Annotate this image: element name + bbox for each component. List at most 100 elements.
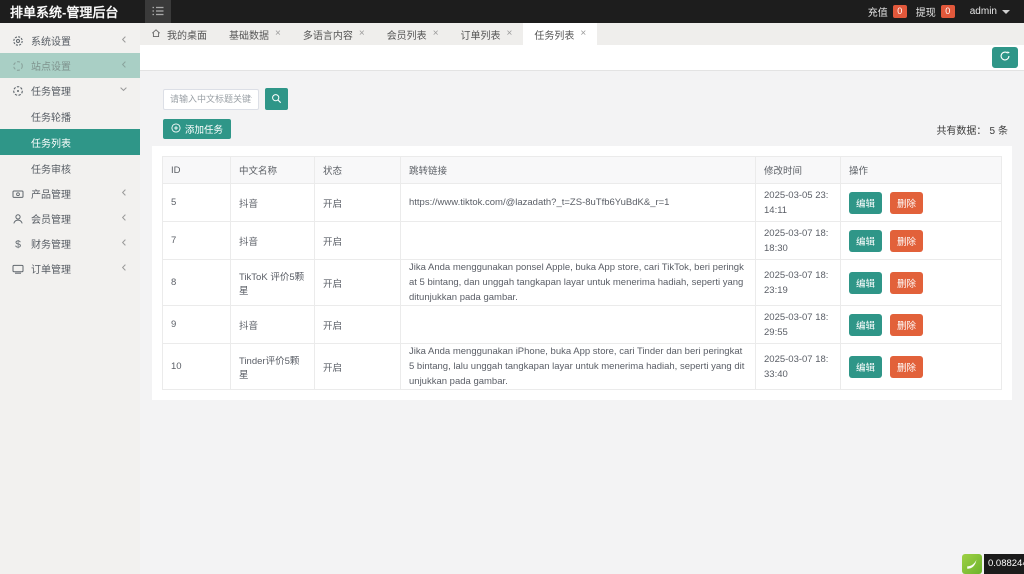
cell-status: 开启 [315, 184, 401, 222]
close-icon[interactable]: × [580, 29, 586, 39]
topbar: 排单系统-管理后台 充值 0 提现 0 [0, 0, 1024, 23]
total-label: 共有数据： [936, 126, 986, 137]
sidebar-subitem-task-list[interactable]: 任务列表 [0, 129, 140, 155]
withdraw-link[interactable]: 提现 0 [916, 4, 955, 19]
cell-time: 2025-03-07 18:18:30 [756, 222, 841, 260]
svg-text:$: $ [15, 238, 21, 249]
close-icon[interactable]: × [433, 29, 439, 39]
sidebar-item-system-settings[interactable]: 系统设置 [0, 28, 140, 53]
cell-link [401, 222, 756, 260]
tab-task-list[interactable]: 任务列表 × [523, 23, 597, 45]
finance-icon: $ [12, 238, 24, 250]
cell-id: 5 [163, 184, 231, 222]
chevron-left-icon [120, 213, 128, 225]
sidebar-subitem-task-review[interactable]: 任务审核 [0, 155, 140, 181]
sidebar-item-product-management[interactable]: 产品管理 [0, 181, 140, 206]
search-row [163, 88, 1024, 110]
recharge-badge: 0 [893, 5, 907, 18]
user-menu[interactable]: admin [970, 6, 1010, 17]
list-menu-icon [152, 4, 164, 19]
table-row: 5 抖音 开启 https://www.tiktok.com/@lazadath… [163, 184, 1002, 222]
delete-button[interactable]: 删除 [890, 272, 923, 294]
cell-name: Tinder评价5颗星 [231, 344, 315, 390]
cell-link: https://www.tiktok.com/@lazadath?_t=ZS-8… [401, 184, 756, 222]
refresh-icon [999, 50, 1011, 65]
sidebar: 系统设置 站点设置 任务管理 任务轮播 任务列表 任务审核 [0, 23, 140, 574]
table-row: 8 TikToK 评价5颗星 开启 Jika Anda menggunakan … [163, 260, 1002, 306]
withdraw-badge: 0 [941, 5, 955, 18]
tab-label: 我的桌面 [167, 27, 207, 42]
chevron-left-icon [120, 188, 128, 200]
sidebar-item-finance-management[interactable]: $ 财务管理 [0, 231, 140, 256]
tab-label: 多语言内容 [303, 27, 353, 42]
product-icon [12, 188, 24, 200]
search-button[interactable] [265, 88, 288, 110]
table-panel: ID 中文名称 状态 跳转链接 修改时间 操作 5 抖音 开启 https://… [152, 146, 1012, 400]
username: admin [970, 6, 997, 17]
cell-actions: 编辑删除 [841, 344, 1002, 390]
close-icon[interactable]: × [507, 29, 513, 39]
tab-bar: 我的桌面 基础数据 × 多语言内容 × 会员列表 × 订单列表 × 任务列表 × [140, 23, 1024, 45]
tab-multilanguage[interactable]: 多语言内容 × [292, 23, 376, 45]
tab-my-desktop[interactable]: 我的桌面 [140, 23, 218, 45]
sidebar-item-label: 任务管理 [31, 83, 119, 98]
edit-button[interactable]: 编辑 [849, 356, 882, 378]
chevron-left-icon [120, 60, 128, 72]
cell-actions: 编辑删除 [841, 306, 1002, 344]
cell-time: 2025-03-07 18:23:19 [756, 260, 841, 306]
edit-button[interactable]: 编辑 [849, 272, 882, 294]
toolbar-row: 添加任务 共有数据：5条 [163, 119, 1012, 139]
total-value: 5 [989, 126, 995, 137]
table-row: 7 抖音 开启 2025-03-07 18:18:30 编辑删除 [163, 222, 1002, 260]
plus-circle-icon [171, 123, 181, 136]
sidebar-item-task-management[interactable]: 任务管理 [0, 78, 140, 103]
edit-button[interactable]: 编辑 [849, 192, 882, 214]
tab-member-list[interactable]: 会员列表 × [376, 23, 450, 45]
cell-actions: 编辑删除 [841, 260, 1002, 306]
total-unit: 条 [998, 126, 1008, 137]
cell-id: 7 [163, 222, 231, 260]
cell-name: 抖音 [231, 306, 315, 344]
cell-link: Jika Anda menggunakan ponsel Apple, buka… [401, 260, 756, 306]
col-header-time: 修改时间 [756, 157, 841, 184]
tab-order-list[interactable]: 订单列表 × [450, 23, 524, 45]
edit-button[interactable]: 编辑 [849, 230, 882, 252]
refresh-button[interactable] [992, 47, 1018, 68]
search-input[interactable] [163, 89, 259, 110]
delete-button[interactable]: 删除 [890, 314, 923, 336]
recharge-link[interactable]: 充值 0 [868, 4, 907, 19]
tab-label: 基础数据 [229, 27, 269, 42]
table-row: 10 Tinder评价5颗星 开启 Jika Anda menggunakan … [163, 344, 1002, 390]
tab-basic-data[interactable]: 基础数据 × [218, 23, 292, 45]
cell-link: Jika Anda menggunakan iPhone, buka App s… [401, 344, 756, 390]
recharge-label: 充值 [868, 4, 888, 19]
cell-status: 开启 [315, 306, 401, 344]
sidebar-item-order-management[interactable]: 订单管理 [0, 256, 140, 281]
delete-button[interactable]: 删除 [890, 356, 923, 378]
delete-button[interactable]: 删除 [890, 192, 923, 214]
edit-button[interactable]: 编辑 [849, 314, 882, 336]
add-task-button[interactable]: 添加任务 [163, 119, 231, 139]
debug-toolbar-icon[interactable] [962, 554, 982, 574]
cell-id: 9 [163, 306, 231, 344]
chevron-down-icon [119, 85, 128, 96]
chevron-left-icon [120, 238, 128, 250]
table-row: 9 抖音 开启 2025-03-07 18:29:55 编辑删除 [163, 306, 1002, 344]
cell-actions: 编辑删除 [841, 184, 1002, 222]
col-header-actions: 操作 [841, 157, 1002, 184]
sidebar-collapse-button[interactable] [145, 0, 171, 23]
close-icon[interactable]: × [359, 29, 365, 39]
main-content: 添加任务 共有数据：5条 ID 中文名称 状态 跳转链接 修改时间 [140, 71, 1024, 574]
col-header-id: ID [163, 157, 231, 184]
close-icon[interactable]: × [275, 29, 281, 39]
cell-actions: 编辑删除 [841, 222, 1002, 260]
delete-button[interactable]: 删除 [890, 230, 923, 252]
sidebar-subitem-task-carousel[interactable]: 任务轮播 [0, 103, 140, 129]
cell-id: 8 [163, 260, 231, 306]
sidebar-item-member-management[interactable]: 会员管理 [0, 206, 140, 231]
submenu-item-label: 任务审核 [31, 161, 71, 176]
sidebar-item-site-settings[interactable]: 站点设置 [0, 53, 140, 78]
table-header-row: ID 中文名称 状态 跳转链接 修改时间 操作 [163, 157, 1002, 184]
tab-label: 会员列表 [387, 27, 427, 42]
col-header-name: 中文名称 [231, 157, 315, 184]
